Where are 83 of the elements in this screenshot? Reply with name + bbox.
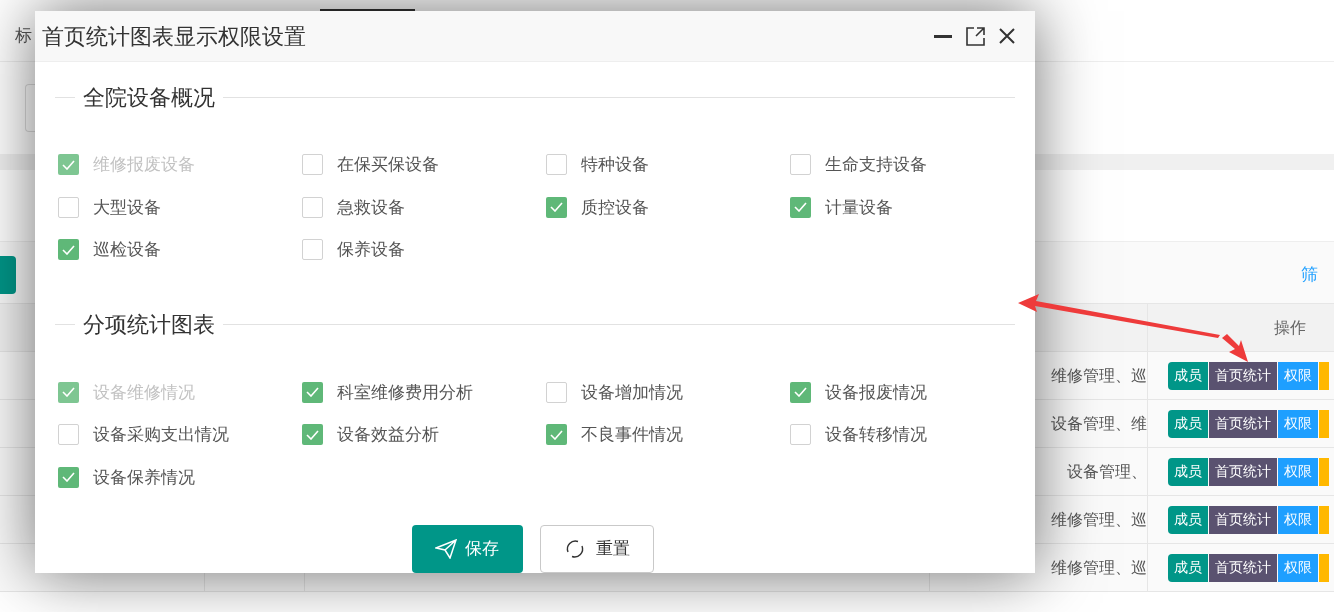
- table-cell-text: 维修管理、巡: [1051, 509, 1147, 530]
- action-button[interactable]: 成员: [1168, 505, 1208, 534]
- action-button[interactable]: 权限: [1278, 361, 1318, 390]
- check-icon: [306, 387, 319, 398]
- checkbox-label: 设备维修情况: [93, 381, 195, 404]
- checkbox[interactable]: [58, 424, 79, 446]
- checkbox-label: 在保买保设备: [337, 154, 439, 176]
- checkbox[interactable]: [546, 381, 567, 403]
- checkbox-label: 维修报废设备: [93, 154, 195, 176]
- table-cell-text: 维修管理、巡: [1051, 365, 1147, 386]
- check-icon: [550, 429, 563, 440]
- action-button[interactable]: [1319, 409, 1329, 438]
- dialog-title: 首页统计图表显示权限设置: [42, 22, 307, 51]
- checkbox[interactable]: [546, 196, 567, 218]
- checkbox-label: 设备采购支出情况: [93, 424, 229, 446]
- checkbox[interactable]: [302, 196, 323, 218]
- checkbox-label: 设备保养情况: [93, 466, 195, 489]
- table-cell-text: 设备管理、: [1067, 461, 1147, 482]
- checkbox-label: 设备报废情况: [825, 381, 927, 404]
- reset-button[interactable]: 重置: [539, 525, 654, 573]
- checkbox[interactable]: [790, 154, 811, 176]
- action-button[interactable]: 权限: [1278, 553, 1318, 582]
- checkbox-label: 设备效益分析: [337, 424, 439, 446]
- checkbox[interactable]: [302, 381, 323, 403]
- checkbox-label: 急救设备: [337, 196, 405, 219]
- section-legend: 分项统计图表: [75, 308, 223, 341]
- maximize-icon[interactable]: [966, 26, 985, 46]
- check-icon: [62, 387, 75, 398]
- checkbox[interactable]: [302, 239, 323, 261]
- section-legend: 全院设备概况: [75, 80, 223, 114]
- check-icon: [62, 244, 75, 255]
- action-button[interactable]: 首页统计: [1209, 409, 1277, 438]
- action-button[interactable]: [1319, 553, 1329, 582]
- checkbox[interactable]: [58, 466, 79, 488]
- checkbox[interactable]: [302, 154, 323, 176]
- table-cell-text: 维修管理、巡: [1051, 557, 1147, 578]
- action-button[interactable]: 成员: [1168, 361, 1208, 390]
- send-icon: [435, 539, 457, 559]
- checkbox-label: 特种设备: [581, 154, 649, 176]
- action-button[interactable]: [1319, 361, 1329, 390]
- checkbox[interactable]: [790, 196, 811, 218]
- action-button[interactable]: 首页统计: [1209, 457, 1277, 486]
- toolbar-button[interactable]: [0, 256, 16, 294]
- checkbox-label: 质控设备: [581, 196, 649, 219]
- check-icon: [550, 202, 563, 213]
- close-icon[interactable]: [999, 28, 1015, 44]
- action-button[interactable]: 成员: [1168, 553, 1208, 582]
- action-button[interactable]: 权限: [1278, 505, 1318, 534]
- check-icon: [62, 472, 75, 483]
- action-button[interactable]: 权限: [1278, 409, 1318, 438]
- checkbox-label: 设备转移情况: [825, 424, 927, 446]
- table-cell-text: 设备管理、维: [1051, 413, 1147, 434]
- save-button[interactable]: 保存: [411, 525, 523, 573]
- checkbox[interactable]: [302, 424, 323, 446]
- action-button[interactable]: 首页统计: [1209, 505, 1277, 534]
- check-icon: [306, 429, 319, 440]
- tab-label[interactable]: 标: [15, 22, 32, 49]
- checkbox[interactable]: [790, 424, 811, 446]
- checkbox-label: 科室维修费用分析: [337, 381, 473, 404]
- checkbox[interactable]: [546, 154, 567, 176]
- checkbox-label: 不良事件情况: [581, 424, 683, 446]
- checkbox-label: 巡检设备: [93, 239, 161, 261]
- action-button[interactable]: 首页统计: [1209, 553, 1277, 582]
- checkbox-label: 大型设备: [93, 196, 161, 219]
- check-icon: [62, 159, 75, 170]
- checkbox-label: 计量设备: [825, 196, 893, 219]
- checkbox-label: 生命支持设备: [825, 154, 927, 176]
- action-button[interactable]: 权限: [1278, 457, 1318, 486]
- checkbox[interactable]: [58, 239, 79, 261]
- action-button[interactable]: 成员: [1168, 457, 1208, 486]
- action-button[interactable]: [1319, 457, 1329, 486]
- checkbox-label: 设备增加情况: [581, 381, 683, 404]
- column-header: 操作: [1274, 317, 1306, 338]
- check-icon: [794, 387, 807, 398]
- checkbox-label: 保养设备: [337, 239, 405, 261]
- checkbox[interactable]: [546, 424, 567, 446]
- action-button[interactable]: 首页统计: [1209, 361, 1277, 390]
- action-button[interactable]: 成员: [1168, 409, 1208, 438]
- action-button[interactable]: [1319, 505, 1329, 534]
- checkbox[interactable]: [790, 381, 811, 403]
- checkbox[interactable]: [58, 196, 79, 218]
- check-icon: [794, 202, 807, 213]
- filter-link[interactable]: 筛: [1301, 262, 1318, 288]
